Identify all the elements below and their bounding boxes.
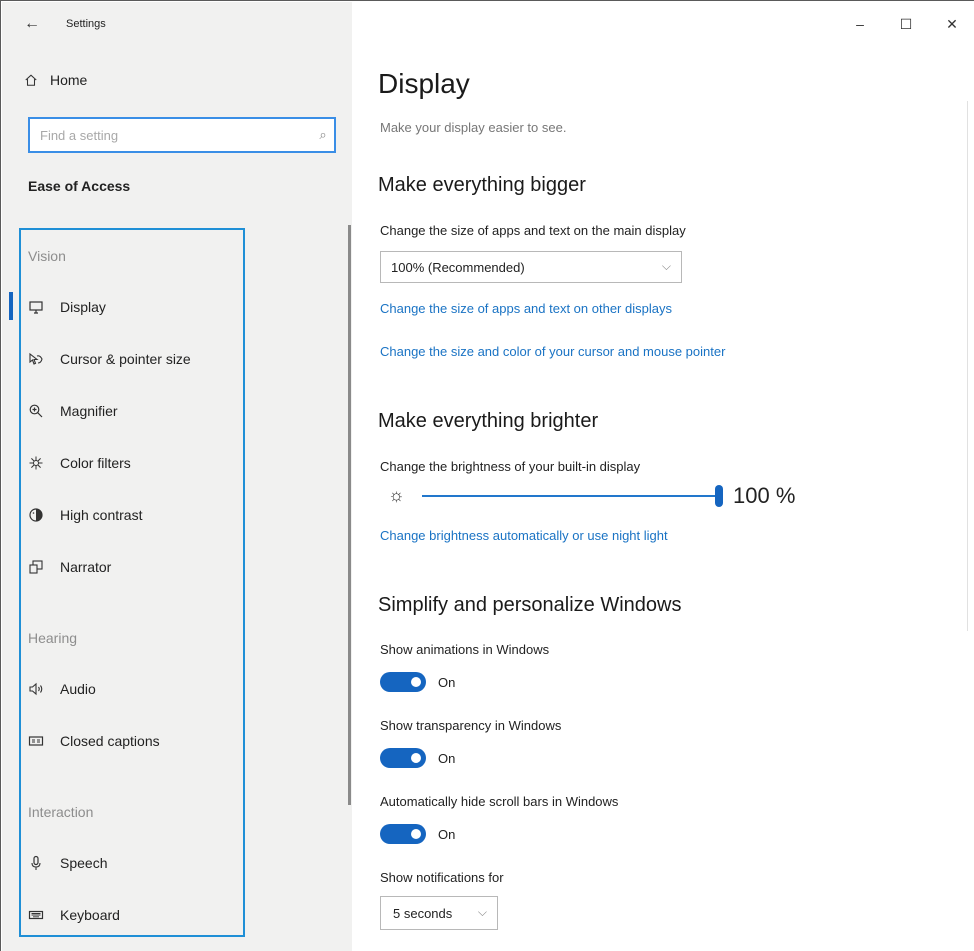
title-bar: ← Settings — [2, 2, 352, 46]
brightness-sun-icon: ☼ — [388, 485, 405, 505]
microphone-icon — [26, 853, 46, 873]
page-title: Display — [378, 68, 470, 99]
main-scrollbar-track — [967, 101, 968, 631]
window-controls: – ☐ ✕ — [837, 2, 974, 46]
size-label: Change the size of apps and text on the … — [380, 223, 686, 238]
selection-indicator — [9, 292, 13, 320]
animations-toggle[interactable] — [380, 672, 426, 692]
settings-window: ← Settings Home ⌕ Ease of Access Vision … — [0, 0, 974, 951]
link-night-light[interactable]: Change brightness automatically or use n… — [380, 528, 668, 543]
link-other-displays[interactable]: Change the size of apps and text on othe… — [380, 301, 672, 316]
heading-make-brighter: Make everything brighter — [378, 410, 599, 432]
sidebar-item-keyboard[interactable]: Keyboard — [26, 900, 120, 930]
chevron-down-icon: ⌵ — [661, 259, 671, 273]
sidebar-item-speech[interactable]: Speech — [26, 848, 107, 878]
notifications-label: Show notifications for — [380, 870, 504, 885]
animations-state: On — [438, 674, 456, 690]
size-dropdown[interactable]: 100% (Recommended) ⌵ — [380, 251, 682, 283]
brightness-label: Change the brightness of your built-in d… — [380, 459, 641, 474]
transparency-toggle[interactable] — [380, 748, 426, 768]
transparency-toggle-row: On — [380, 748, 455, 768]
high-contrast-icon — [26, 505, 46, 525]
sidebar-item-label: Narrator — [60, 559, 112, 575]
transparency-label: Show transparency in Windows — [380, 718, 562, 733]
notifications-dropdown[interactable]: 5 seconds ⌵ — [380, 896, 498, 930]
scrollbars-state: On — [438, 826, 456, 842]
sidebar: ← Settings Home ⌕ Ease of Access Vision … — [2, 2, 352, 951]
search-icon[interactable]: ⌕ — [312, 127, 334, 143]
brightness-value: 100 % — [733, 483, 796, 508]
scrollbars-toggle[interactable] — [380, 824, 426, 844]
nav-group-hearing: Hearing — [28, 630, 78, 646]
sidebar-item-label: Magnifier — [60, 403, 118, 419]
sidebar-item-label: Speech — [60, 855, 108, 871]
app-title: Settings — [66, 18, 106, 30]
animations-label: Show animations in Windows — [380, 642, 550, 657]
home-label: Home — [50, 72, 88, 88]
nav-group-vision: Vision — [28, 248, 66, 264]
chevron-down-icon: ⌵ — [477, 905, 487, 919]
close-button[interactable]: ✕ — [929, 2, 974, 46]
search-box[interactable]: ⌕ — [28, 117, 336, 153]
color-filter-icon — [26, 453, 46, 473]
sidebar-item-label: Display — [60, 299, 106, 315]
size-dropdown-value: 100% (Recommended) — [391, 259, 525, 275]
sidebar-item-magnifier[interactable]: Magnifier — [26, 396, 118, 426]
monitor-icon — [26, 297, 46, 317]
sidebar-item-color-filters[interactable]: Color filters — [26, 448, 131, 478]
page-description: Make your display easier to see. — [380, 120, 567, 135]
sidebar-item-display[interactable]: Display — [26, 292, 106, 322]
transparency-state: On — [438, 750, 456, 766]
nav-highlight-frame — [19, 228, 245, 937]
keyboard-icon — [26, 905, 46, 925]
narrator-icon — [26, 557, 46, 577]
maximize-button[interactable]: ☐ — [883, 2, 929, 46]
section-title: Ease of Access — [28, 178, 131, 194]
slider-thumb[interactable] — [715, 485, 723, 507]
back-arrow-icon[interactable]: ← — [12, 4, 52, 44]
sidebar-item-cursor[interactable]: Cursor & pointer size — [26, 344, 191, 374]
sidebar-item-closed-captions[interactable]: Closed captions — [26, 726, 160, 756]
search-input[interactable] — [40, 127, 312, 143]
animations-toggle-row: On — [380, 672, 455, 692]
scrollbars-toggle-row: On — [380, 824, 455, 844]
nav-group-interaction: Interaction — [28, 804, 94, 820]
brightness-slider[interactable]: ☼ 100 % — [388, 482, 808, 512]
notifications-dropdown-value: 5 seconds — [393, 905, 453, 921]
captions-icon — [26, 731, 46, 751]
minimize-button[interactable]: – — [837, 2, 883, 46]
sidebar-item-label: Audio — [60, 681, 96, 697]
magnifier-icon — [26, 401, 46, 421]
sidebar-item-audio[interactable]: Audio — [26, 674, 96, 704]
sidebar-item-label: Color filters — [60, 455, 131, 471]
heading-make-bigger: Make everything bigger — [378, 174, 586, 196]
scrollbars-label: Automatically hide scroll bars in Window… — [380, 794, 619, 809]
cursor-icon — [26, 349, 46, 369]
slider-track[interactable] — [422, 495, 718, 497]
main-content: – ☐ ✕ Display Make your display easier t… — [352, 2, 974, 951]
sidebar-item-high-contrast[interactable]: High contrast — [26, 500, 142, 530]
speaker-icon — [26, 679, 46, 699]
sidebar-scrollbar[interactable] — [348, 225, 351, 805]
sidebar-item-label: Keyboard — [60, 907, 120, 923]
sidebar-item-label: High contrast — [60, 507, 143, 523]
heading-simplify: Simplify and personalize Windows — [378, 594, 682, 616]
home-icon — [24, 73, 38, 87]
link-cursor-pointer[interactable]: Change the size and color of your cursor… — [380, 344, 725, 359]
sidebar-item-label: Cursor & pointer size — [60, 351, 191, 367]
sidebar-item-narrator[interactable]: Narrator — [26, 552, 111, 582]
home-link[interactable]: Home — [24, 72, 87, 88]
sidebar-item-label: Closed captions — [60, 733, 160, 749]
